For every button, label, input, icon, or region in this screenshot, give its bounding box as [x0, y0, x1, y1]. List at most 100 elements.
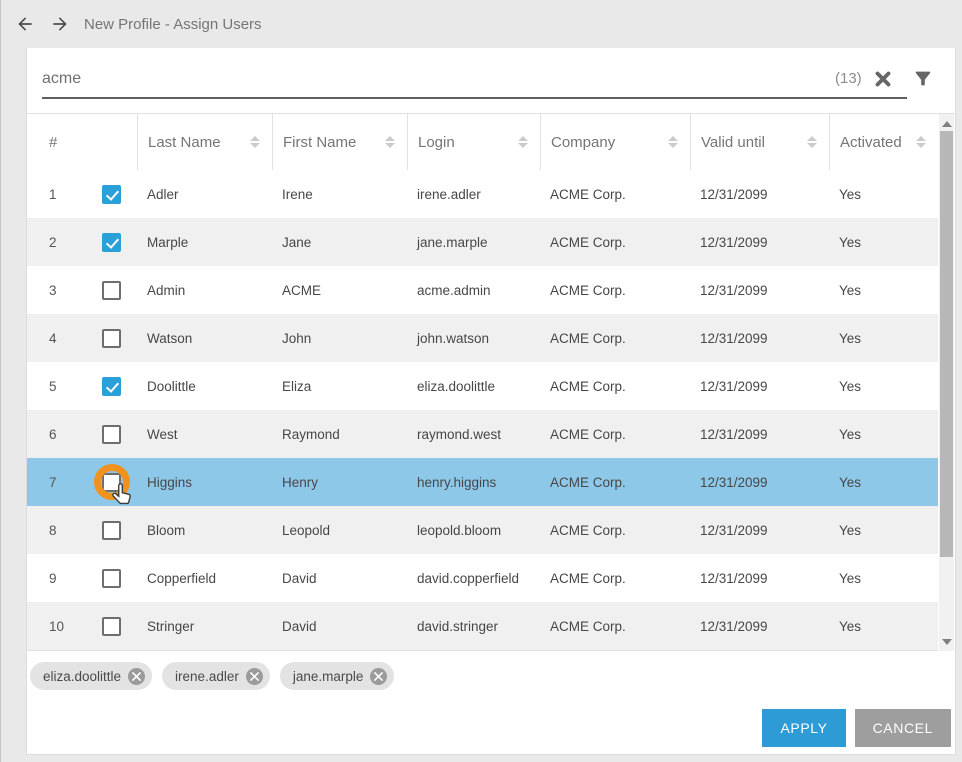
- cell-valid-until: 12/31/2099: [690, 523, 829, 538]
- table-row[interactable]: 2MarpleJanejane.marpleACME Corp.12/31/20…: [27, 218, 938, 266]
- row-number-cell: 1: [27, 170, 137, 218]
- cell-activated: Yes: [829, 379, 938, 394]
- row-number-cell: 9: [27, 554, 137, 602]
- table-row[interactable]: 1AdlerIreneirene.adlerACME Corp.12/31/20…: [27, 170, 938, 218]
- row-checkbox[interactable]: [102, 569, 121, 588]
- users-table: # Last Name First Name Login Company Val…: [27, 113, 955, 651]
- sort-icon[interactable]: [385, 136, 395, 148]
- sort-icon[interactable]: [668, 136, 678, 148]
- cell-first-name: Eliza: [272, 379, 407, 394]
- cell-last-name: Admin: [137, 283, 272, 298]
- table-row[interactable]: 4WatsonJohnjohn.watsonACME Corp.12/31/20…: [27, 314, 938, 362]
- cell-company: ACME Corp.: [540, 235, 690, 250]
- vertical-scrollbar[interactable]: [939, 114, 954, 651]
- cell-activated: Yes: [829, 283, 938, 298]
- column-header-valid-until[interactable]: Valid until: [690, 114, 829, 170]
- search-input[interactable]: acme: [42, 70, 81, 88]
- cell-company: ACME Corp.: [540, 331, 690, 346]
- result-count: (13): [835, 70, 862, 87]
- cell-last-name: Adler: [137, 187, 272, 202]
- cell-valid-until: 12/31/2099: [690, 187, 829, 202]
- table-header-row: # Last Name First Name Login Company Val…: [27, 114, 938, 170]
- table-row[interactable]: 6WestRaymondraymond.westACME Corp.12/31/…: [27, 410, 938, 458]
- row-number-cell: 4: [27, 314, 137, 362]
- cell-valid-until: 12/31/2099: [690, 283, 829, 298]
- table-row[interactable]: 3AdminACMEacme.adminACME Corp.12/31/2099…: [27, 266, 938, 314]
- cell-last-name: Copperfield: [137, 571, 272, 586]
- table-row[interactable]: 8BloomLeopoldleopold.bloomACME Corp.12/3…: [27, 506, 938, 554]
- row-checkbox[interactable]: [102, 185, 121, 204]
- cell-activated: Yes: [829, 427, 938, 442]
- user-chip: irene.adler: [162, 662, 270, 690]
- cell-activated: Yes: [829, 187, 938, 202]
- row-checkbox[interactable]: [102, 521, 121, 540]
- scroll-up-icon[interactable]: [939, 116, 954, 131]
- row-checkbox[interactable]: [102, 233, 121, 252]
- column-header-number: #: [27, 114, 137, 170]
- checkbox-wrapper: [102, 233, 121, 252]
- search-bar: acme (13): [27, 48, 955, 113]
- sort-icon[interactable]: [518, 136, 528, 148]
- column-header-last-name[interactable]: Last Name: [137, 114, 272, 170]
- table-bottom-border: [27, 650, 938, 651]
- cell-company: ACME Corp.: [540, 379, 690, 394]
- cell-last-name: Bloom: [137, 523, 272, 538]
- scroll-down-icon[interactable]: [939, 634, 954, 649]
- sort-icon[interactable]: [807, 136, 817, 148]
- dialog-actions: APPLY CANCEL: [762, 709, 951, 747]
- row-checkbox[interactable]: [102, 377, 121, 396]
- column-header-activated[interactable]: Activated: [829, 114, 938, 170]
- row-checkbox[interactable]: [102, 425, 121, 444]
- row-checkbox[interactable]: [102, 329, 121, 348]
- apply-button[interactable]: APPLY: [762, 709, 845, 747]
- table-row[interactable]: 9CopperfieldDaviddavid.copperfieldACME C…: [27, 554, 938, 602]
- cell-first-name: David: [272, 619, 407, 634]
- chip-remove-icon[interactable]: [128, 668, 145, 685]
- table-row[interactable]: 5DoolittleElizaeliza.doolittleACME Corp.…: [27, 362, 938, 410]
- cell-last-name: Watson: [137, 331, 272, 346]
- row-number: 10: [49, 619, 102, 634]
- row-number: 6: [49, 427, 102, 442]
- cell-login: john.watson: [407, 331, 540, 346]
- column-header-company[interactable]: Company: [540, 114, 690, 170]
- scrollbar-thumb[interactable]: [940, 131, 953, 557]
- sort-icon[interactable]: [916, 136, 926, 148]
- cell-first-name: David: [272, 571, 407, 586]
- column-header-first-name[interactable]: First Name: [272, 114, 407, 170]
- chip-remove-icon[interactable]: [370, 668, 387, 685]
- cell-first-name: Jane: [272, 235, 407, 250]
- cell-company: ACME Corp.: [540, 187, 690, 202]
- row-checkbox[interactable]: [102, 617, 121, 636]
- sort-icon[interactable]: [250, 136, 260, 148]
- cell-last-name: Marple: [137, 235, 272, 250]
- row-checkbox[interactable]: [102, 473, 121, 492]
- cell-activated: Yes: [829, 523, 938, 538]
- row-number-cell: 6: [27, 410, 137, 458]
- row-checkbox[interactable]: [102, 281, 121, 300]
- back-arrow-icon[interactable]: [14, 13, 36, 35]
- checkbox-wrapper: [102, 617, 121, 636]
- row-number: 7: [49, 475, 102, 490]
- cell-first-name: Henry: [272, 475, 407, 490]
- column-header-login[interactable]: Login: [407, 114, 540, 170]
- user-chip: eliza.doolittle: [30, 662, 152, 690]
- row-number: 9: [49, 571, 102, 586]
- row-number-cell: 2: [27, 218, 137, 266]
- cell-activated: Yes: [829, 331, 938, 346]
- cell-last-name: Higgins: [137, 475, 272, 490]
- cell-company: ACME Corp.: [540, 619, 690, 634]
- checkbox-wrapper: [102, 473, 121, 492]
- chip-label: eliza.doolittle: [43, 669, 121, 684]
- cancel-button[interactable]: CANCEL: [855, 709, 951, 747]
- cell-login: irene.adler: [407, 187, 540, 202]
- forward-arrow-icon[interactable]: [49, 13, 71, 35]
- cell-company: ACME Corp.: [540, 283, 690, 298]
- row-number: 1: [49, 187, 102, 202]
- chip-remove-icon[interactable]: [246, 668, 263, 685]
- table-row[interactable]: 7HigginsHenryhenry.higginsACME Corp.12/3…: [27, 458, 938, 506]
- clear-search-icon[interactable]: [872, 68, 894, 90]
- row-number-cell: 10: [27, 602, 137, 650]
- cell-company: ACME Corp.: [540, 427, 690, 442]
- filter-icon[interactable]: [912, 67, 934, 89]
- table-row[interactable]: 10StringerDaviddavid.stringerACME Corp.1…: [27, 602, 938, 650]
